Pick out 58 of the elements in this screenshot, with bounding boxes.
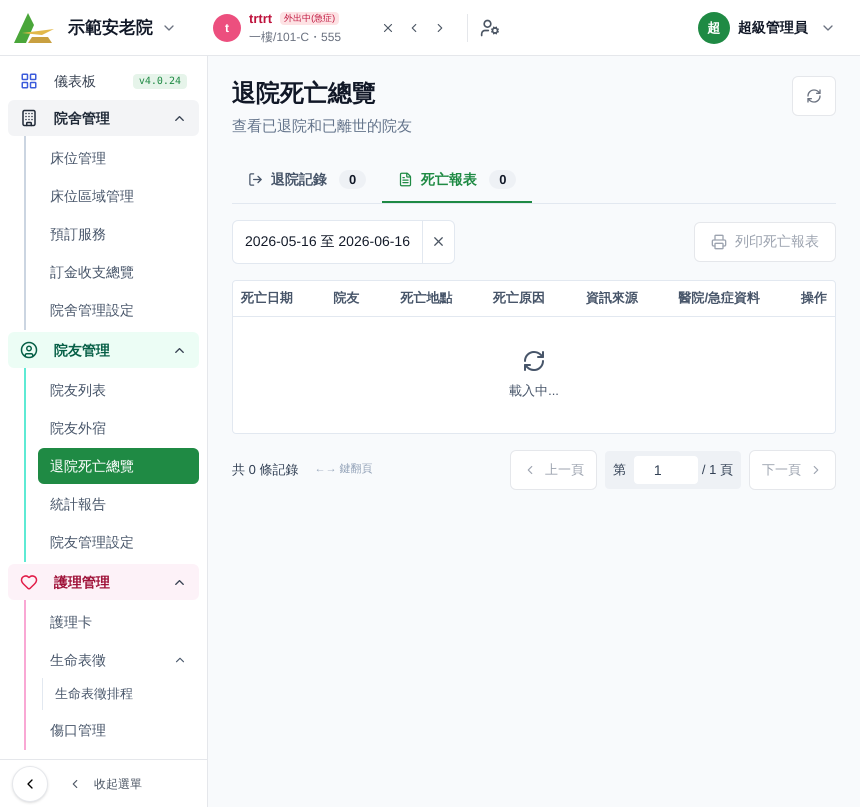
keyboard-hint: ←→ 鍵翻頁 — [314, 462, 373, 478]
loading-icon — [522, 348, 546, 373]
sidebar-item[interactable]: 院友管理設定 — [38, 524, 199, 560]
sidebar-item[interactable]: 預訂服務 — [38, 216, 199, 252]
logo-icon — [12, 10, 56, 44]
column-header: 操作 — [800, 289, 827, 308]
sidebar-item[interactable]: 院舍管理設定 — [38, 292, 199, 328]
collapse-menu-button[interactable]: 收起選單 — [68, 774, 142, 792]
date-range-field[interactable]: 2026-05-16 至 2026-06-16 — [232, 220, 456, 264]
sidebar-group[interactable]: 院舍管理 — [8, 100, 199, 136]
user-avatar: 超 — [698, 12, 730, 44]
column-header: 死亡地點 — [400, 289, 452, 308]
page-subtitle: 查看已退院和已離世的院友 — [232, 117, 412, 137]
dashboard-icon — [20, 72, 38, 90]
logout-icon — [248, 172, 263, 187]
resident-avatar: t — [213, 14, 241, 42]
column-header: 死亡日期 — [241, 289, 293, 308]
column-header: 醫院/急症資料 — [678, 289, 760, 308]
printer-icon — [711, 234, 727, 250]
page-title: 退院死亡總覽 — [232, 79, 377, 109]
sidebar-item[interactable]: 護理卡 — [38, 604, 199, 640]
org-name: 示範安老院 — [68, 16, 153, 39]
record-count: 共 0 條記錄 — [232, 460, 298, 479]
sidebar-item[interactable]: 退院死亡總覽 — [38, 448, 199, 484]
version-badge: v4.0.24 — [132, 74, 187, 88]
resident-name: trtrt — [249, 10, 272, 28]
column-header: 資訊來源 — [586, 289, 638, 308]
page-selector: 第 1 / 1 頁 — [604, 450, 741, 488]
sidebar-group[interactable]: 護理管理 — [8, 564, 199, 600]
refresh-icon — [806, 88, 822, 104]
sidebar-item[interactable]: 儀表板 v4.0.24 — [8, 64, 199, 98]
sidebar-item[interactable]: 生命表徵 — [38, 642, 199, 678]
document-icon — [398, 172, 414, 187]
sidebar-item[interactable]: 院友外宿 — [38, 410, 199, 446]
sidebar-item[interactable]: 生命表徵排程 — [55, 678, 199, 710]
page-input[interactable]: 1 — [634, 456, 698, 484]
building-icon — [20, 109, 38, 127]
loading-text: 載入中... — [509, 382, 559, 400]
heart-icon — [20, 573, 38, 591]
person-icon — [20, 341, 38, 359]
resident-location: 一樓/101-C・555 — [249, 29, 342, 46]
sidebar-item[interactable]: 傷口管理 — [38, 712, 199, 748]
status-badge: 外出中(急症) — [280, 12, 340, 26]
user-name[interactable]: 超級管理員 — [738, 17, 808, 38]
sidebar-item[interactable]: 床位區域管理 — [38, 178, 199, 214]
refresh-button[interactable] — [792, 76, 836, 116]
sidebar-item[interactable]: 統計報告 — [38, 486, 199, 522]
sidebar-group[interactable]: 院友管理 — [8, 332, 199, 368]
column-header: 死亡原因 — [493, 289, 546, 308]
sidebar-item[interactable]: 床位管理 — [38, 140, 199, 176]
user-settings-icon[interactable] — [480, 18, 500, 38]
column-header: 院友 — [334, 289, 360, 308]
count-badge: 0 — [489, 170, 516, 190]
sidebar-item[interactable]: 院友列表 — [38, 372, 199, 408]
sidebar-item[interactable]: 訂金收支總覽 — [38, 254, 199, 290]
tab[interactable]: 死亡報表 0 — [382, 158, 532, 202]
tab[interactable]: 退院記錄 0 — [232, 158, 382, 202]
count-badge: 0 — [339, 170, 366, 190]
